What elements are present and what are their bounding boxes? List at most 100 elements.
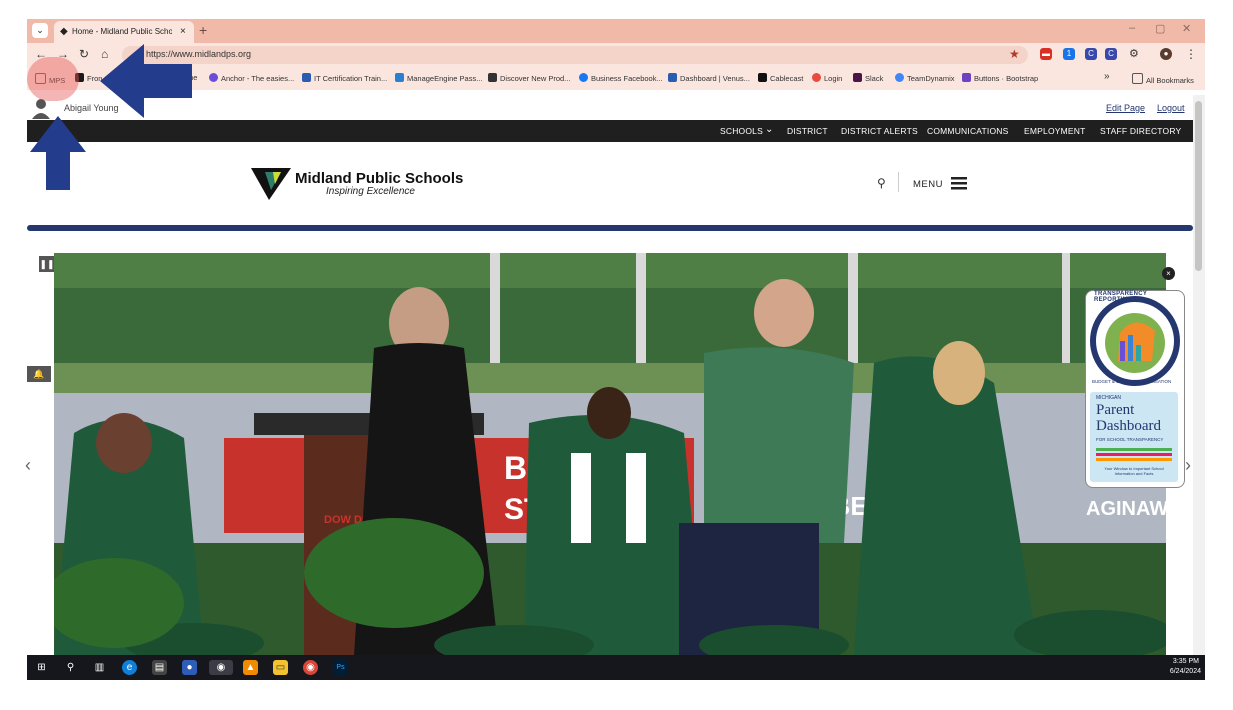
parent-dashboard-badge[interactable]: MICHIGAN Parent Dashboard FOR SCHOOL TRA… <box>1090 392 1178 482</box>
bookmark-item[interactable]: Cablecast <box>758 73 803 83</box>
logout-link[interactable]: Logout <box>1157 103 1185 113</box>
left-arrow-icon <box>100 44 192 118</box>
transparency-widget[interactable]: TRANSPARENCY REPORTING BUDGET & SALARY/C… <box>1085 290 1185 488</box>
address-row: ← → ↻ ⌂ https://www.midlandps.org ★ ▬ 1 … <box>27 43 1205 67</box>
chrome-active-icon[interactable]: ◉ <box>209 660 233 675</box>
bookmark-item[interactable]: Business Facebook... <box>579 73 663 83</box>
bookmark-icon <box>758 73 767 82</box>
user-bar: Abigail Young Edit Page Logout <box>27 95 1193 120</box>
star-bookmark-icon[interactable]: ★ <box>1009 47 1020 61</box>
bookmark-item[interactable]: IT Certification Train... <box>302 73 387 83</box>
menu-label[interactable]: MENU <box>913 179 943 190</box>
extension-blue-icon[interactable]: 1 <box>1063 48 1075 60</box>
windows-start-icon[interactable]: ⊞ <box>34 660 49 675</box>
address-bar[interactable]: https://www.midlandps.org ★ <box>122 46 1028 64</box>
bookmark-icon <box>488 73 497 82</box>
more-bookmarks-button[interactable]: » <box>1104 71 1110 82</box>
school-logo-icon[interactable] <box>251 164 291 202</box>
pause-icon[interactable]: ❚❚ <box>39 256 55 272</box>
tab-strip: ⌄ ◆ Home - Midland Public Schools × + – … <box>27 19 1205 43</box>
bookmark-item[interactable]: Anchor - The easies... <box>209 73 294 83</box>
photoshop-icon[interactable]: Ps <box>333 660 348 675</box>
kebab-menu-icon[interactable]: ⋮ <box>1185 47 1197 61</box>
sign-text-2: AGINAW <box>1086 498 1166 520</box>
bookmark-item[interactable]: Dashboard | Venus... <box>668 73 750 83</box>
close-tab-icon[interactable]: × <box>180 21 186 43</box>
extension-c2-icon[interactable]: C <box>1105 48 1117 60</box>
bookmark-icon <box>209 73 218 82</box>
bookmark-item[interactable]: TeamDynamix <box>895 73 955 83</box>
minimize-icon[interactable]: – <box>1129 22 1135 34</box>
alert-bell-icon[interactable]: 🔔 <box>27 366 51 382</box>
bookmark-item[interactable]: ManageEngine Pass... <box>395 73 482 83</box>
meta-icon <box>579 73 588 82</box>
store-icon[interactable]: ▤ <box>152 660 167 675</box>
school-tagline: Inspiring Excellence <box>326 186 415 197</box>
stripe <box>1096 448 1172 451</box>
top-nav-bar: SCHOOLS ⌄ DISTRICT DISTRICT ALERTS COMMU… <box>27 120 1193 142</box>
bookmark-item[interactable]: Fron <box>75 73 102 83</box>
bookmark-icon <box>302 73 311 82</box>
nav-schools[interactable]: SCHOOLS <box>720 126 763 136</box>
widget-state: MICHIGAN <box>1096 395 1121 401</box>
bootstrap-icon <box>962 73 971 82</box>
tab-home[interactable]: ◆ Home - Midland Public Schools × <box>54 21 194 43</box>
bookmark-item[interactable]: Buttons · Bootstrap <box>962 73 1038 83</box>
vlc-icon[interactable]: ▲ <box>243 660 258 675</box>
bookmark-item[interactable]: Slack <box>853 73 883 83</box>
header-divider <box>27 225 1193 231</box>
app-icon[interactable]: ● <box>182 660 197 675</box>
google-icon <box>895 73 904 82</box>
file-explorer-icon[interactable]: ▭ <box>273 660 288 675</box>
widget-sub-ribbon: BUDGET & SALARY/COMPENSATION <box>1092 379 1172 384</box>
chevron-down-icon[interactable]: ⌄ <box>765 124 774 135</box>
extensions-puzzle-icon[interactable]: ⚙ <box>1129 47 1139 60</box>
widget-ribbon: TRANSPARENCY REPORTING <box>1094 291 1148 303</box>
close-window-icon[interactable]: ✕ <box>1182 22 1191 35</box>
slack-icon <box>853 73 862 82</box>
chrome-icon[interactable]: ◉ <box>303 660 318 675</box>
hamburger-menu-icon[interactable] <box>951 177 967 190</box>
nav-employment[interactable]: EMPLOYMENT <box>1024 126 1086 136</box>
login-icon <box>812 73 821 82</box>
widget-title-2: Dashboard <box>1096 418 1161 434</box>
edit-page-link[interactable]: Edit Page <box>1106 103 1145 113</box>
nav-district-alerts[interactable]: DISTRICT ALERTS <box>841 126 918 136</box>
bookmark-item[interactable]: Login <box>812 73 842 83</box>
edge-icon[interactable]: e <box>122 660 137 675</box>
restore-icon[interactable]: ▢ <box>1155 22 1165 35</box>
up-arrow-icon <box>30 116 86 190</box>
folder-icon <box>1132 73 1143 84</box>
profile-avatar-icon[interactable]: ● <box>1160 48 1172 60</box>
next-slide-icon[interactable]: › <box>1185 455 1191 476</box>
all-bookmarks-button[interactable]: All Bookmarks <box>1132 73 1194 85</box>
taskbar-date: 6/24/2024 <box>1169 668 1201 675</box>
extension-c-icon[interactable]: C <box>1085 48 1097 60</box>
school-name: Midland Public Schools <box>295 170 464 187</box>
prev-slide-icon[interactable]: ‹ <box>25 455 31 476</box>
reload-icon[interactable]: ↻ <box>79 47 89 61</box>
widget-subtitle: FOR SCHOOL TRANSPARENCY <box>1096 437 1164 442</box>
tab-title: Home - Midland Public Schools <box>72 27 172 36</box>
nav-staff-directory[interactable]: STAFF DIRECTORY <box>1100 126 1181 136</box>
nav-district[interactable]: DISTRICT <box>787 126 828 136</box>
highlight-circle <box>27 57 79 101</box>
task-view-icon[interactable]: ▥ <box>92 660 107 675</box>
tab-search-button[interactable]: ⌄ <box>32 23 48 38</box>
taskbar-time: 3:35 PM <box>1172 658 1199 665</box>
search-icon[interactable]: ⚲ <box>877 176 886 190</box>
nav-communications[interactable]: COMMUNICATIONS <box>927 126 1009 136</box>
search-icon[interactable]: ⚲ <box>63 660 78 675</box>
browser-chrome: ⌄ ◆ Home - Midland Public Schools × + – … <box>27 19 1205 90</box>
new-tab-button[interactable]: + <box>199 22 207 38</box>
stripe <box>1096 458 1172 461</box>
school-logo-icon: ◆ <box>60 26 68 37</box>
scrollbar-thumb[interactable] <box>1195 101 1202 271</box>
page-scrollbar[interactable] <box>1193 95 1205 655</box>
bookmark-item[interactable]: Discover New Prod... <box>488 73 570 83</box>
transparency-reporting-badge[interactable] <box>1090 293 1180 388</box>
header: Midland Public Schools Inspiring Excelle… <box>27 142 1193 224</box>
close-widget-icon[interactable]: × <box>1162 267 1175 280</box>
extension-red-icon[interactable]: ▬ <box>1040 48 1052 60</box>
widget-footer: Your Window to Important School Informat… <box>1104 466 1164 476</box>
